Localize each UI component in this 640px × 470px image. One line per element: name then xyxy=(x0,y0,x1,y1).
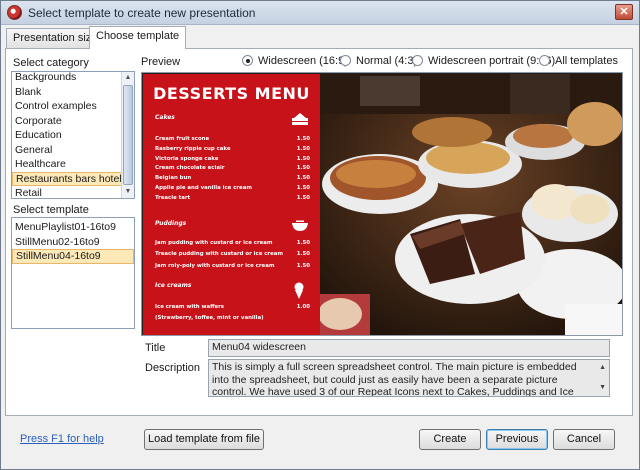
radio-unchecked-icon xyxy=(340,55,351,66)
help-link[interactable]: Press F1 for help xyxy=(20,433,104,445)
menu-item-price: 1.50 xyxy=(296,185,310,191)
category-list-item[interactable]: Corporate xyxy=(12,114,134,129)
template-preview: DESSERTS MENU Cakes Cream fruit scone 1.50… xyxy=(141,72,623,336)
close-icon: ✕ xyxy=(619,6,629,18)
category-list-item[interactable]: Blank xyxy=(12,85,134,100)
description-field-label: Description xyxy=(145,362,201,374)
menu-item: Cream fruit scone 1.50 xyxy=(155,136,310,142)
menu-item-price: 1.50 xyxy=(296,262,310,269)
menu-item-name: Cream chocolate eclair xyxy=(155,165,225,172)
description-text: This is simply a full screen spreadsheet… xyxy=(212,361,577,397)
radio-label: Normal (4:3) xyxy=(356,55,418,67)
menu-item: Treacle tart 1.50 xyxy=(155,195,310,201)
category-list-item[interactable]: Healthcare xyxy=(12,157,134,172)
menu-item: Jam pudding with custard or ice cream 1.5… xyxy=(155,240,310,246)
radio-unchecked-icon xyxy=(412,55,423,66)
bowl-icon xyxy=(292,220,308,231)
radio-label: Widescreen (16:9) xyxy=(258,55,348,67)
category-scrollbar[interactable]: ▲ ▼ xyxy=(121,72,134,198)
menu-item-price: 1.50 xyxy=(296,136,310,142)
menu-item-price: 1.00 xyxy=(296,304,310,310)
menu-panel: DESSERTS MENU Cakes Cream fruit scone 1.50… xyxy=(143,74,320,335)
radio-checked-icon xyxy=(242,55,253,66)
create-button[interactable]: Create xyxy=(419,429,481,450)
menu-item: Belgian bun 1.50 xyxy=(155,175,310,181)
cancel-button[interactable]: Cancel xyxy=(553,429,615,450)
category-list-item[interactable]: Backgrounds xyxy=(12,72,134,85)
menu-item-name: Jam pudding with custard or ice cream xyxy=(155,240,273,246)
menu-item-name: Ice cream with waffers xyxy=(155,304,225,310)
radio-all-templates[interactable]: All templates xyxy=(539,55,618,67)
scroll-down-icon[interactable]: ▼ xyxy=(599,382,606,395)
menu-section-heading: Puddings xyxy=(155,220,187,227)
radio-unchecked-icon xyxy=(539,55,550,66)
radio-widescreen[interactable]: Widescreen (16:9) xyxy=(242,55,348,67)
title-field[interactable]: Menu04 widescreen xyxy=(208,339,610,357)
template-list-item[interactable]: StillMenu04-16to9 xyxy=(12,249,134,264)
menu-item-name: Jam roly-poly with custard or ice cream xyxy=(155,262,275,269)
scroll-down-icon[interactable]: ▼ xyxy=(122,186,134,198)
cake-icon xyxy=(292,113,308,125)
menu-item-name: Belgian bun xyxy=(155,175,192,182)
app-logo-icon xyxy=(7,5,22,20)
menu-item-name: Victoria sponge cake xyxy=(155,155,219,162)
title-bar: Select template to create new presentati… xyxy=(1,1,639,25)
radio-normal[interactable]: Normal (4:3) xyxy=(340,55,417,67)
category-list-item[interactable]: Retail xyxy=(12,186,134,198)
category-list-item[interactable]: Education xyxy=(12,128,134,143)
radio-label: Widescreen portrait (9:16) xyxy=(428,55,556,67)
menu-item-name: Cream fruit scone xyxy=(155,136,210,142)
scroll-thumb[interactable] xyxy=(123,85,133,185)
category-label: Select category xyxy=(13,57,89,69)
category-list-item[interactable]: Control examples xyxy=(12,99,134,114)
template-listbox[interactable]: MenuPlaylist01-16to9 StillMenu02-16to9 Sti… xyxy=(11,217,135,329)
menu-item: Jam roly-poly with custard or ice cream 1… xyxy=(155,263,310,269)
window-title: Select template to create new presentati… xyxy=(28,6,256,20)
preview-label: Preview xyxy=(141,56,181,68)
template-label: Select template xyxy=(13,204,89,216)
menu-item: (Strawberry, toffee, mint or vanilla) xyxy=(155,315,310,321)
load-template-button[interactable]: Load template from file xyxy=(144,429,264,450)
radio-label: All templates xyxy=(555,55,618,67)
menu-item: Rasberry ripple cup cake 1.50 xyxy=(155,146,310,152)
menu-section-heading: Cakes xyxy=(155,114,175,121)
scroll-up-icon[interactable]: ▲ xyxy=(122,72,134,84)
template-list-item[interactable]: MenuPlaylist01-16to9 xyxy=(12,220,134,235)
category-list-item[interactable]: Restaurants bars hotels xyxy=(12,171,134,186)
menu-item-price: 1.50 xyxy=(296,155,310,162)
menu-item: Cream chocolate eclair 1.50 xyxy=(155,165,310,171)
menu-item-name: Treacle tart xyxy=(155,194,191,201)
menu-item-name: Applie pie and vanilla ice cream xyxy=(155,185,252,191)
menu-section-heading: Ice creams xyxy=(155,282,192,289)
previous-button[interactable]: Previous xyxy=(486,429,548,450)
menu-item-name: (Strawberry, toffee, mint or vanilla) xyxy=(155,315,264,322)
menu-item-price: 1.50 xyxy=(296,194,310,201)
menu-item-price: 1.50 xyxy=(296,175,310,182)
menu-item-name: Rasberry ripple cup cake xyxy=(155,145,231,152)
dessert-photo xyxy=(320,74,622,335)
menu-item-price: 1.50 xyxy=(296,251,310,258)
menu-item-price: 1.50 xyxy=(296,240,310,246)
category-list-item[interactable]: General xyxy=(12,143,134,158)
dialog-window: Select template to create new presentati… xyxy=(0,0,640,470)
menu-title: DESSERTS MENU xyxy=(153,84,310,103)
close-button[interactable]: ✕ xyxy=(615,4,633,20)
title-field-label: Title xyxy=(145,342,166,354)
menu-item-price: 1.50 xyxy=(296,145,310,152)
category-listbox[interactable]: Backgrounds Blank Control examples Corporat… xyxy=(11,71,135,199)
menu-item: Applie pie and vanilla ice cream 1.50 xyxy=(155,185,310,191)
ice-cream-icon xyxy=(294,282,304,299)
scroll-up-icon[interactable]: ▲ xyxy=(599,362,606,375)
radio-widescreen-portrait[interactable]: Widescreen portrait (9:16) xyxy=(412,55,555,67)
description-field[interactable]: This is simply a full screen spreadsheet… xyxy=(208,359,610,397)
menu-item: Treacle pudding with custard or ice crea… xyxy=(155,251,310,257)
tab-choose-template[interactable]: Choose template xyxy=(89,26,187,49)
template-list-item[interactable]: StillMenu02-16to9 xyxy=(12,235,134,250)
menu-item-name: Treacle pudding with custard or ice crea… xyxy=(155,251,283,258)
menu-item: Victoria sponge cake 1.50 xyxy=(155,156,310,162)
menu-item-price: 1.50 xyxy=(296,165,310,172)
menu-item: Ice cream with waffers 1.00 xyxy=(155,304,310,310)
